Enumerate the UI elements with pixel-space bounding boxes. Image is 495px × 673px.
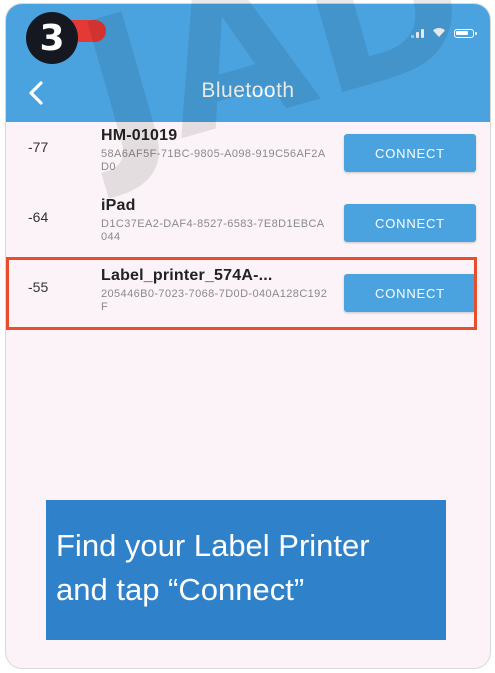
battery-icon xyxy=(454,29,477,38)
device-name: HM-01019 xyxy=(101,127,178,144)
instruction-line-1: Find your Label Printer xyxy=(56,528,370,563)
connect-button[interactable]: CONNECT xyxy=(344,134,476,172)
nav-header: Bluetooth xyxy=(6,4,490,122)
device-uuid: 58A6AF5F-71BC-9805-A098-919C56AF2AD0 xyxy=(101,148,326,173)
device-row: -64 iPad D1C37EA2-DAF4-8527-6583-7E8D1EB… xyxy=(6,192,490,262)
device-name: iPad xyxy=(101,197,136,214)
instruction-banner: Find your Label Printer and tap “Connect… xyxy=(46,500,446,640)
device-name: Label_printer_574A-... xyxy=(101,267,273,284)
device-uuid: 205446B0-7023-7068-7D0D-040A128C192F xyxy=(101,288,328,313)
wifi-icon xyxy=(433,28,445,37)
signal-icon xyxy=(411,27,424,38)
connect-button[interactable]: CONNECT xyxy=(344,274,476,312)
rssi-value: -64 xyxy=(28,209,49,225)
device-row: -55 Label_printer_574A-... 205446B0-7023… xyxy=(6,262,490,332)
rssi-value: -77 xyxy=(28,139,49,155)
connect-button[interactable]: CONNECT xyxy=(344,204,476,242)
step-number-badge: 3 xyxy=(26,12,78,64)
device-uuid: D1C37EA2-DAF4-8527-6583-7E8D1EBCA044 xyxy=(101,218,325,243)
device-list: -77 HM-01019 58A6AF5F-71BC-9805-A098-919… xyxy=(6,122,490,332)
status-bar-icons xyxy=(411,26,477,38)
rssi-value: -55 xyxy=(28,279,49,295)
page-title: Bluetooth xyxy=(201,79,295,102)
device-row: -77 HM-01019 58A6AF5F-71BC-9805-A098-919… xyxy=(6,122,490,192)
instruction-line-2: and tap “Connect” xyxy=(56,572,305,607)
